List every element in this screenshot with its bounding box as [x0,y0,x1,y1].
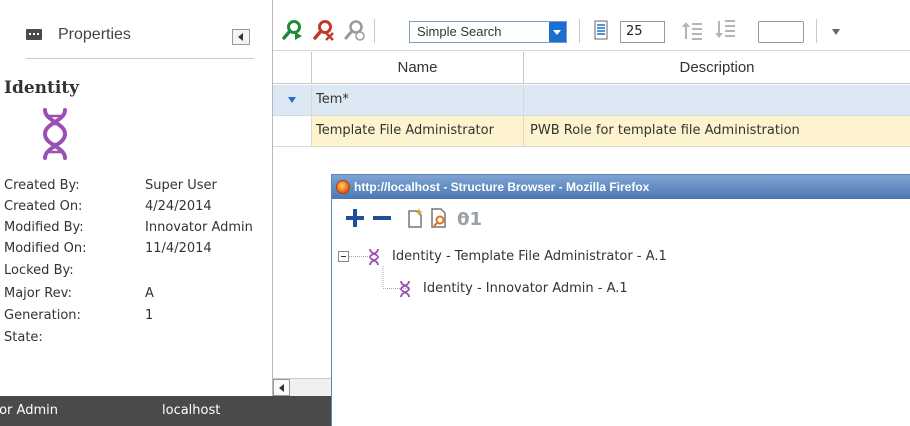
remove-icon[interactable] [371,207,393,229]
prop-label: Locked By: [4,263,74,278]
prop-label: Created On: [4,199,83,214]
cell-name: Template File Administrator [312,116,524,146]
search-mode-value: Simple Search [417,24,502,39]
numbering-icon[interactable]: 01 [456,207,486,229]
prop-row-generation: Generation: 1 [4,308,268,328]
prop-value: Innovator Admin [145,220,253,235]
filter-name-input[interactable]: Tem* [312,85,524,115]
new-item-icon[interactable] [404,207,426,229]
prop-label: Modified By: [4,220,84,235]
search-filter-row: Tem* [273,85,910,116]
firefox-logo-icon [336,180,350,194]
prop-row-created-by: Created By: Super User [4,178,268,198]
saved-search-icon[interactable] [343,19,365,41]
prop-row-modified-by: Modified By: Innovator Admin [4,220,268,240]
row-selector-header [273,52,312,84]
page-size-value: 25 [626,24,643,39]
add-icon[interactable] [344,207,366,229]
window-title: http://localhost - Structure Browser - M… [354,180,650,194]
properties-panel: Properties Identity Created By: Super Us… [0,0,272,396]
tree-collapse-icon[interactable] [338,251,349,262]
structure-tree: Identity - Template File Administrator -… [332,237,910,426]
search-mode-select[interactable]: Simple Search [409,21,567,43]
prop-value: 4/24/2014 [145,199,212,214]
prop-label: Generation: [4,308,81,323]
horizontal-scrollbar[interactable] [273,378,333,396]
structure-browser-window: http://localhost - Structure Browser - M… [331,174,910,426]
filter-description-input[interactable] [524,85,910,115]
prop-value: 11/4/2014 [145,241,212,256]
prop-row-major-rev: Major Rev: A [4,286,268,306]
more-dropdown-icon[interactable] [832,29,840,35]
item-type-heading: Identity [4,78,80,98]
prop-label: Modified On: [4,241,87,256]
table-row[interactable]: Template File Administrator PWB Role for… [273,116,910,147]
window-titlebar[interactable]: http://localhost - Structure Browser - M… [332,175,910,199]
grid-header: Name Description [273,52,910,84]
properties-title: Properties [58,26,131,43]
toolbar-separator [374,19,375,43]
run-search-icon[interactable] [281,19,303,41]
structure-toolbar: 01 [332,199,910,237]
prop-label: State: [4,330,43,345]
prop-value: A [145,286,154,301]
page-size-icon [594,20,608,40]
clear-search-icon[interactable] [312,19,334,41]
prop-row-created-on: Created On: 4/24/2014 [4,199,268,219]
previous-page-icon[interactable] [681,19,703,41]
svg-text:01: 01 [457,209,482,229]
filter-row-selector [273,85,312,115]
prop-row-locked-by: Locked By: [4,263,268,283]
chevron-down-icon[interactable] [549,22,566,42]
prop-value: 1 [145,308,154,323]
status-server: localhost [162,403,221,418]
page-size-input[interactable]: 25 [620,21,665,43]
search-toolbar: Simple Search 25 [273,0,910,51]
toolbar-separator [579,19,580,43]
prop-row-state: State: [4,330,268,350]
properties-header: Properties [26,22,256,52]
column-header-name[interactable]: Name [312,52,524,84]
scroll-left-icon[interactable] [273,379,290,396]
prop-row-modified-on: Modified On: 11/4/2014 [4,241,268,261]
tree-node-label: Identity - Template File Administrator -… [392,249,667,264]
tree-node-label: Identity - Innovator Admin - A.1 [423,281,628,296]
row-selector[interactable] [273,116,312,146]
prop-value: Super User [145,178,217,193]
page-number-input[interactable] [758,21,804,43]
search-item-icon[interactable] [428,207,450,229]
identity-dna-icon [42,108,68,160]
toolbar-separator [816,19,817,43]
identity-dna-icon [369,248,379,266]
status-user: tor Admin [0,403,58,418]
identity-dna-icon [400,280,410,298]
next-page-icon[interactable] [714,19,736,41]
properties-menu-icon[interactable] [26,29,42,40]
collapse-panel-icon[interactable] [232,29,250,45]
prop-label: Created By: [4,178,80,193]
cell-description: PWB Role for template file Administratio… [530,123,800,138]
prop-label: Major Rev: [4,286,73,301]
column-header-description[interactable]: Description [524,52,910,84]
properties-divider [26,58,254,59]
filter-arrow-icon [288,97,296,103]
